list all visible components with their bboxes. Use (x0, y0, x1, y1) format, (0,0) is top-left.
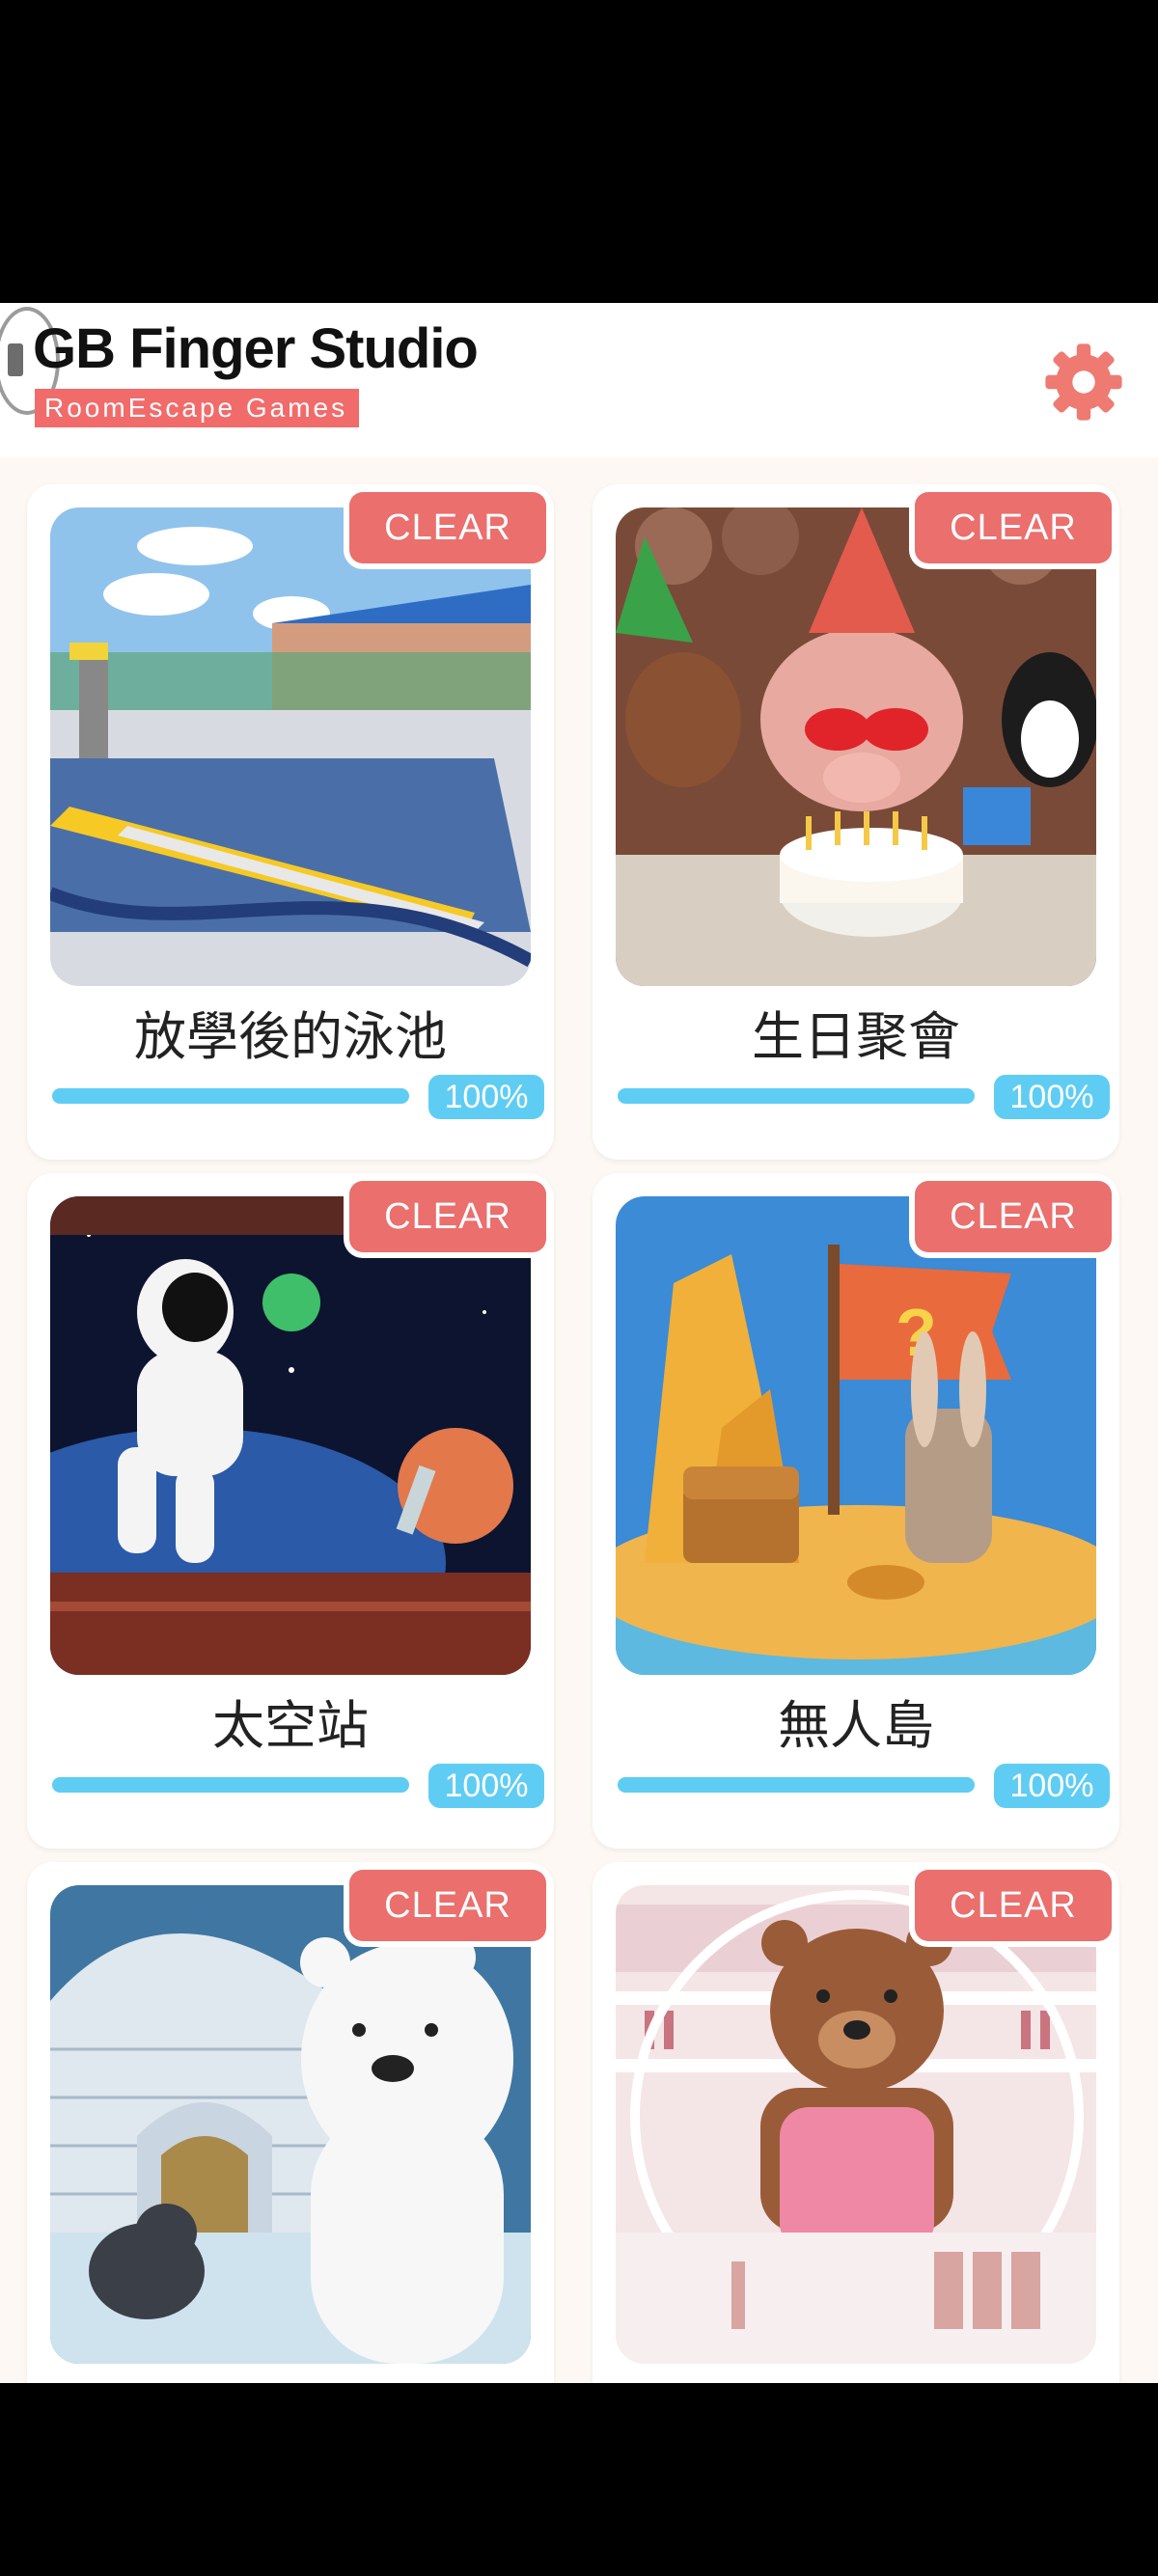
level-title: 太空站 (212, 1695, 369, 1756)
clear-badge: CLEAR (349, 1870, 546, 1941)
navigation-bar-area (0, 2383, 1158, 2576)
progress-bar (52, 1088, 409, 1104)
level-title: 無人島 (778, 1695, 934, 1756)
app-title: GB Finger Studio (33, 317, 479, 380)
progress-percent: 100% (428, 1075, 544, 1119)
clear-badge: CLEAR (349, 492, 546, 563)
settings-button[interactable] (1040, 339, 1127, 425)
level-thumbnail-igloo (50, 1885, 531, 2364)
level-title: 放學後的泳池 (134, 1006, 447, 1067)
clear-badge: CLEAR (915, 492, 1112, 563)
clear-badge: CLEAR (349, 1181, 546, 1252)
progress-bar (52, 1777, 409, 1793)
gear-icon (1045, 343, 1122, 421)
level-card-space-station[interactable]: CLEAR 太空站 100% (27, 1173, 554, 1849)
progress-bar (618, 1088, 975, 1104)
progress-bar (618, 1777, 975, 1793)
level-title: 生日聚會 (752, 1006, 960, 1067)
progress-percent: 100% (994, 1075, 1110, 1119)
progress-percent: 100% (428, 1764, 544, 1808)
level-thumbnail-pool (50, 507, 531, 986)
clear-badge: CLEAR (915, 1870, 1112, 1941)
level-thumbnail-desert-island: ? (616, 1196, 1096, 1675)
app-subtitle: RoomEscape Games (35, 389, 359, 427)
status-bar-area (0, 0, 1158, 303)
level-thumbnail-birthday (616, 507, 1096, 986)
progress-percent: 100% (994, 1764, 1110, 1808)
level-card-pool[interactable]: CLEAR 放學後的泳池 100% (27, 484, 554, 1160)
level-card-desert-island[interactable]: ? CLEAR 無人島 100% (593, 1173, 1119, 1849)
level-card-igloo[interactable]: CLEAR (27, 1862, 554, 2383)
level-thumbnail-space-station (50, 1196, 531, 1675)
clear-badge: CLEAR (915, 1181, 1112, 1252)
level-thumbnail-makeup (616, 1885, 1096, 2364)
level-card-birthday[interactable]: CLEAR 生日聚會 100% (593, 484, 1119, 1160)
level-grid: CLEAR 放學後的泳池 100% CLEAR 生日聚會 100% CLEAR … (0, 457, 1158, 2383)
level-card-makeup[interactable]: CLEAR (593, 1862, 1119, 2383)
